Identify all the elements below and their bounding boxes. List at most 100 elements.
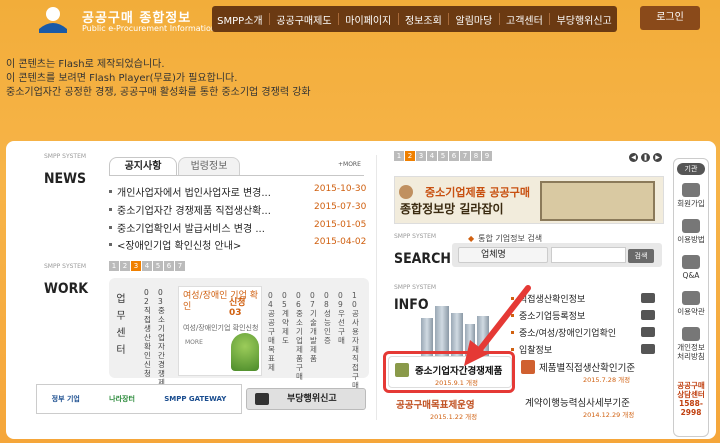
news-item-title: <장애인기업 확인신청 안내>: [117, 241, 242, 252]
work-item-09[interactable]: 09 우선구매: [338, 291, 347, 345]
work-item-06[interactable]: 06 중소기업제품구매: [296, 291, 305, 381]
work-item-08[interactable]: 08 성능인증: [324, 291, 333, 345]
banner-strip: 정부 기업 나라장터 SMPP GATEWAY: [36, 384, 242, 414]
banner-naraterjang[interactable]: 나라장터: [109, 395, 135, 403]
work-page-2[interactable]: 2: [120, 261, 130, 271]
promo-page-5[interactable]: 5: [438, 151, 448, 161]
quick-menu: 기관 회원가입 이용방법 Q&A 이용약관 개인정보처리방침 공공구매상담센터 1…: [673, 158, 709, 437]
nav-report[interactable]: 부당행위신고: [553, 12, 616, 27]
promo-banner[interactable]: 중소기업제품 공공구매 종합정보망 길라잡이: [394, 176, 664, 224]
info-item[interactable]: 입찰정보: [511, 343, 681, 357]
search-type-select[interactable]: 업체명: [458, 247, 548, 263]
work-page-7[interactable]: 7: [175, 261, 185, 271]
search-input[interactable]: [551, 247, 626, 263]
flash-message: 이 콘텐츠는 Flash로 제작되었습니다. 이 콘텐츠를 보려면 Flash …: [6, 58, 311, 100]
quick-call-center[interactable]: 공공구매상담센터 1588-2998: [674, 381, 708, 417]
next-icon[interactable]: ▶: [653, 153, 662, 162]
info-card-target-system[interactable]: 공공구매목표제운영 2015.1.22 개정: [386, 393, 511, 425]
qna-icon: [682, 255, 700, 269]
news-more-link[interactable]: +MORE: [338, 161, 361, 168]
pause-icon[interactable]: ❚: [641, 153, 650, 162]
flash-line-2: 이 콘텐츠를 보려면 Flash Player(무료)가 필요합니다.: [6, 73, 238, 84]
news-item[interactable]: 개인사업자에서 법인사업자로 변경... 2015-10-30: [109, 184, 369, 200]
tab-notice[interactable]: 공지사항: [109, 157, 177, 175]
news-item-title: 개인사업자에서 법인사업자로 변경...: [117, 188, 271, 199]
work-item-05[interactable]: 05 계약제도: [282, 291, 291, 345]
nav-customer-center[interactable]: 고객센터: [502, 12, 547, 27]
promo-page-8[interactable]: 8: [471, 151, 481, 161]
nav-notice[interactable]: 알림마당: [452, 12, 497, 27]
work-item-04[interactable]: 04 공공구매목표제: [268, 291, 277, 372]
promo-page-7[interactable]: 7: [460, 151, 470, 161]
quick-qna[interactable]: Q&A: [674, 255, 708, 280]
nav-smpp-intro[interactable]: SMPP소개: [213, 12, 266, 27]
news-item-title: 중소기업확인서 발급서비스 변경 ...: [117, 224, 265, 235]
banner-smpp-gateway[interactable]: SMPP GATEWAY: [164, 395, 226, 403]
tab-underline: [109, 175, 364, 176]
promo-page-9[interactable]: 9: [482, 151, 492, 161]
direct-production-icon: [641, 293, 655, 303]
info-card-date: 2014.12.29 개정: [583, 411, 635, 419]
quick-signup[interactable]: 회원가입: [674, 183, 708, 208]
promo-page-1[interactable]: 1: [394, 151, 404, 161]
info-system-label: SMPP SYSTEM: [394, 284, 437, 291]
quick-signup-label: 회원가입: [677, 199, 705, 208]
pencil-icon: [521, 360, 535, 374]
work-item-10[interactable]: 10 공사용자재직접구매: [352, 291, 361, 390]
info-card-date: 2015.7.28 개정: [583, 376, 631, 384]
person-icon: [399, 185, 413, 199]
quick-call-label: 공공구매상담센터: [677, 381, 705, 399]
news-title: NEWS: [44, 171, 87, 187]
screen-illustration-icon: [540, 181, 655, 221]
work-card-sub: 여성/장애인기업 확인신청: [183, 324, 259, 332]
news-item[interactable]: 중소기업자간 경쟁제품 직접생산확... 2015-07-30: [109, 202, 369, 218]
tab-legislation[interactable]: 법령정보: [178, 157, 240, 175]
quick-terms[interactable]: 이용약관: [674, 291, 708, 316]
work-item-07[interactable]: 07 기술개발제품: [310, 291, 319, 363]
promo-page-3[interactable]: 3: [416, 151, 426, 161]
quick-howto[interactable]: 이용방법: [674, 219, 708, 244]
site-logo[interactable]: 공공구매 종합정보 Public e-Procurement Informati…: [36, 5, 216, 37]
info-item[interactable]: 직접생산확인정보: [511, 292, 681, 306]
login-button[interactable]: 로그인: [640, 6, 700, 30]
prev-icon[interactable]: ◀: [629, 153, 638, 162]
work-page-3[interactable]: 3: [131, 261, 141, 271]
work-page-5[interactable]: 5: [153, 261, 163, 271]
bullet-icon: [511, 297, 514, 300]
news-item[interactable]: <장애인기업 확인신청 안내> 2015-04-02: [109, 237, 369, 253]
search-button[interactable]: 검색: [628, 249, 654, 263]
work-system-label: SMPP SYSTEM: [44, 263, 87, 270]
work-item-02[interactable]: 02 직접생산확인신청: [144, 288, 153, 378]
main-navigation: SMPP소개 공공구매제도 마이페이지 정보조회 알림마당 고객센터 부당행위신…: [212, 6, 617, 32]
work-page-4[interactable]: 4: [142, 261, 152, 271]
nav-mypage[interactable]: 마이페이지: [341, 12, 395, 27]
info-card-title: 계약이행능력심사세부기준: [525, 398, 630, 409]
report-icon: [255, 393, 269, 405]
nav-procurement-system[interactable]: 공공구매제도: [272, 12, 335, 27]
info-item[interactable]: 중소기업등록정보: [511, 309, 681, 323]
promo-page-2[interactable]: 2: [405, 151, 415, 161]
work-page-6[interactable]: 6: [164, 261, 174, 271]
quick-menu-top[interactable]: 기관: [677, 163, 705, 175]
nav-info-lookup[interactable]: 정보조회: [401, 12, 446, 27]
work-card-tag: 신청 03: [229, 298, 246, 318]
quick-privacy[interactable]: 개인정보처리방침: [674, 327, 708, 361]
column-divider: [376, 155, 377, 420]
work-item-03[interactable]: 03 중소기업자간경쟁제품: [158, 288, 167, 396]
terms-icon: [682, 291, 700, 305]
work-feature-card[interactable]: 여성/장애인 기업 확인 신청 03 여성/장애인기업 확인신청 MORE: [178, 286, 262, 376]
info-card-date: 2015.1.22 개정: [430, 413, 478, 421]
promo-page-4[interactable]: 4: [427, 151, 437, 161]
banner-gov[interactable]: 정부 기업: [52, 395, 80, 403]
news-item[interactable]: 중소기업확인서 발급서비스 변경 ... 2015-01-05: [109, 220, 369, 236]
info-card-production-criteria[interactable]: 제품별직접생산확인기준 2015.7.28 개정: [521, 356, 661, 392]
info-item[interactable]: 중소/여성/장애인기업확인: [511, 326, 681, 340]
nav-divider: [337, 13, 339, 25]
quick-qna-label: Q&A: [682, 271, 700, 280]
info-card-contract-criteria[interactable]: 계약이행능력심사세부기준 2014.12.29 개정: [521, 393, 661, 427]
work-card-more[interactable]: MORE: [185, 339, 203, 346]
report-button[interactable]: 부당행위신고: [246, 388, 366, 410]
promo-line-1: 중소기업제품 공공구매: [425, 186, 531, 199]
work-page-1[interactable]: 1: [109, 261, 119, 271]
promo-page-6[interactable]: 6: [449, 151, 459, 161]
